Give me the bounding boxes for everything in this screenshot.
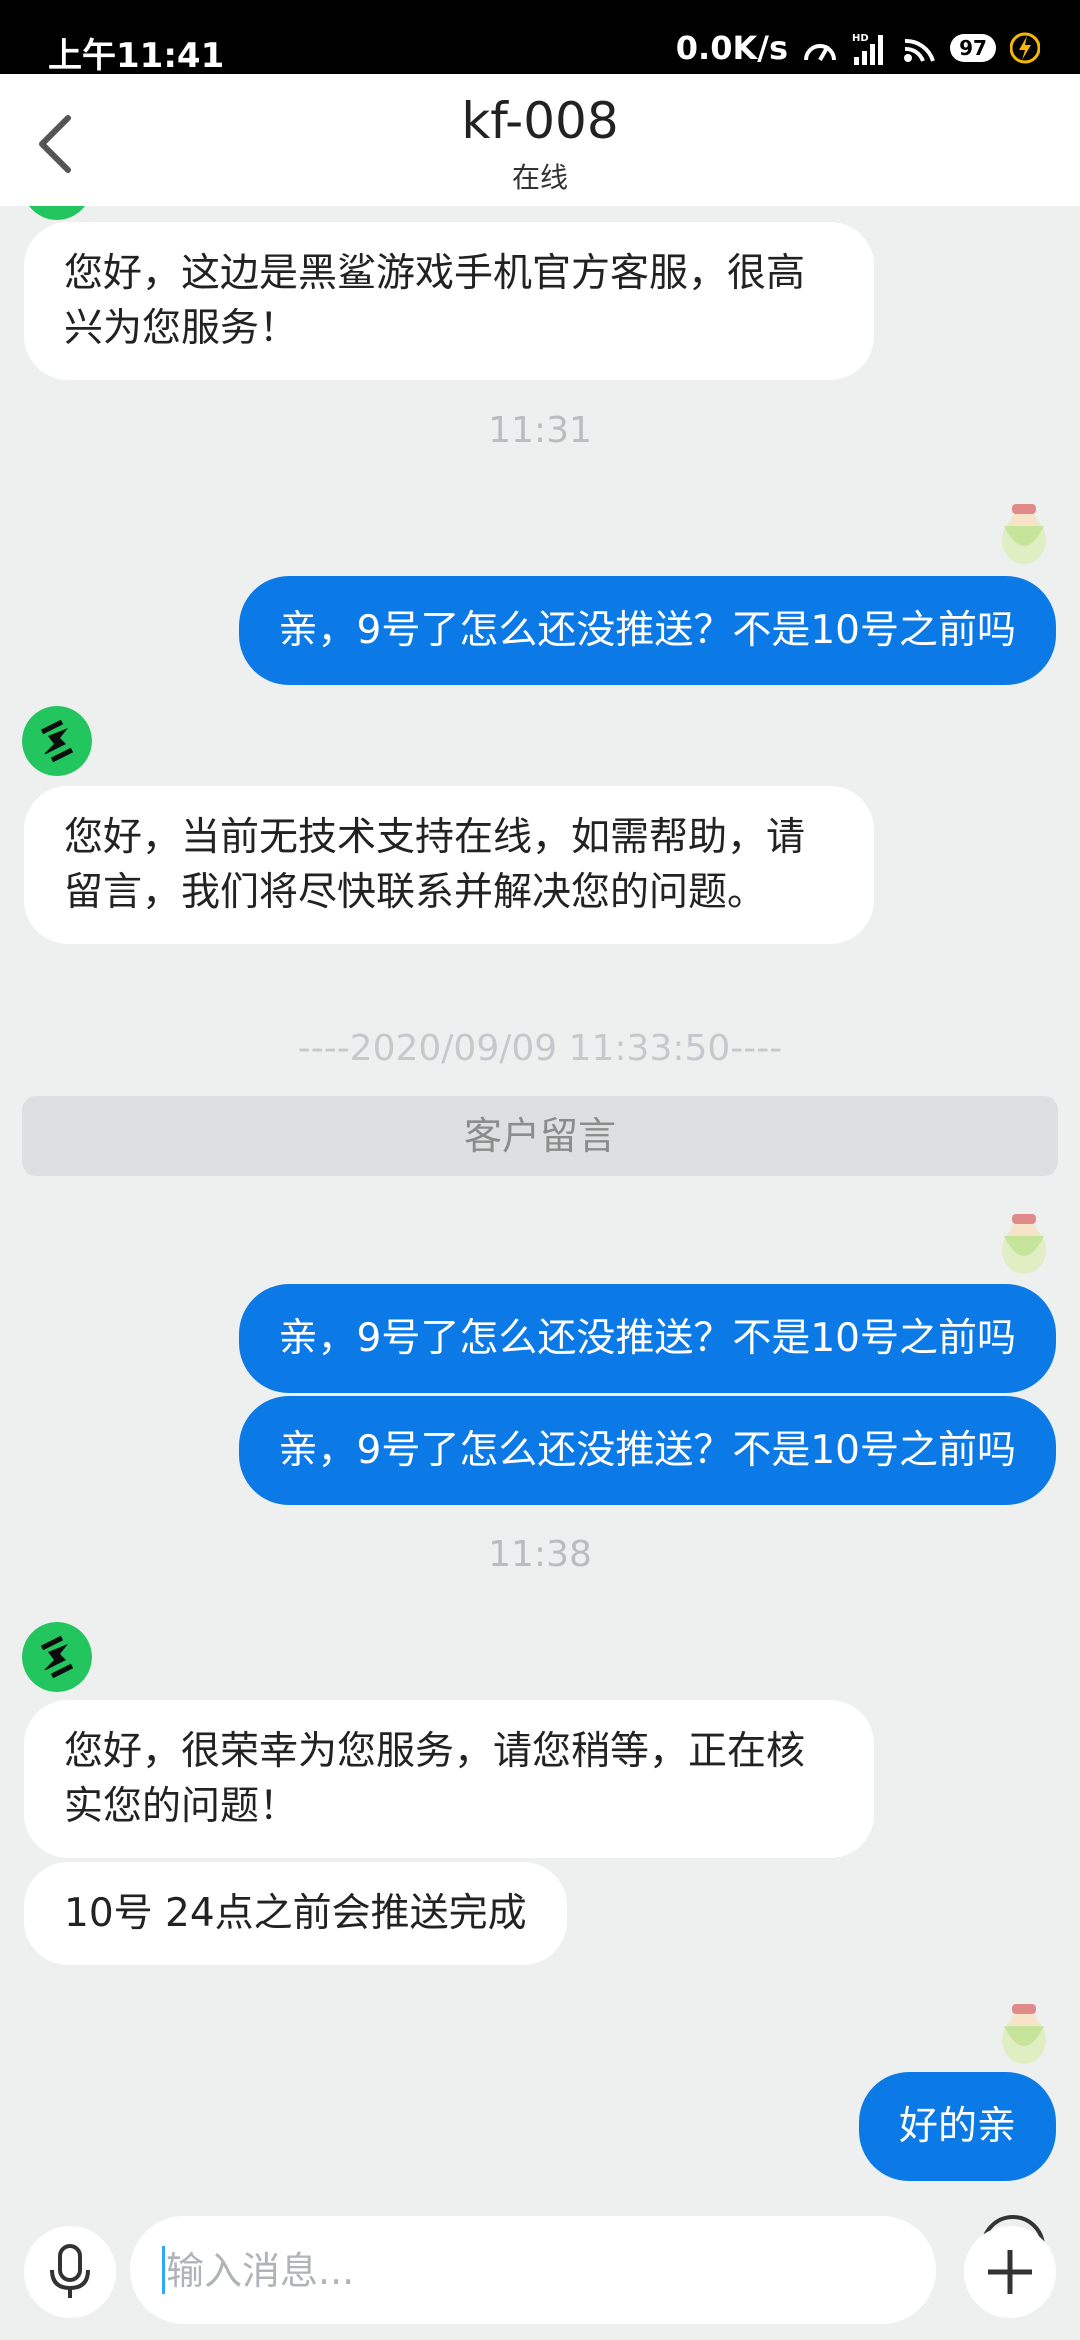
user-avatar [1002,504,1046,564]
chat-area[interactable]: 您好，这边是黑鲨游戏手机官方客服，很高兴为您服务！ 11:31 亲，9号了怎么还… [0,206,1080,2240]
network-speed: 0.0K/s [675,29,788,67]
mic-icon [50,2244,90,2298]
bot-avatar [22,1622,92,1692]
bot-avatar [29,206,85,220]
incoming-message: 10号 24点之前会推送完成 [24,1862,567,1965]
online-status: 在线 [511,161,568,194]
timestamp: ----2020/09/09 11:33:50---- [297,1028,783,1069]
timestamp: 11:31 [488,410,592,451]
incoming-message: 您好，这边是黑鲨游戏手机官方客服，很高兴为您服务！ [24,222,874,380]
message-input-box[interactable] [130,2215,1045,2324]
page-title: kf-008 [461,92,619,150]
battery-icon: 97 [950,34,996,62]
leave-message-button[interactable]: 客户留言 [22,1096,1058,1176]
incoming-message: 您好，当前无技术支持在线，如需帮助，请留言，我们将尽快联系并解决您的问题。 [24,786,874,944]
timestamp: 11:38 [488,1534,592,1575]
outgoing-message: 亲，9号了怎么还没推送？不是10号之前吗 [238,576,1056,685]
voice-button[interactable] [24,2226,116,2318]
outgoing-message: 亲，9号了怎么还没推送？不是10号之前吗 [238,1284,1056,1393]
outgoing-message: 好的亲 [858,2072,1056,2181]
incoming-message: 您好，很荣幸为您服务，请您稍等，正在核实您的问题！ [24,1700,874,1858]
more-button[interactable] [964,2226,1056,2318]
status-time: 上午11:41 [48,36,225,76]
svg-text:HD: HD [852,33,869,44]
status-bar: 上午11:41 0.0K/s HD 97 [0,0,1080,76]
user-avatar [1002,2004,1046,2064]
charging-icon [1010,32,1040,64]
hotspot-icon [804,44,836,61]
signal-icon: HD [852,33,883,65]
message-input[interactable] [164,2240,768,2302]
chat-header: kf-008 在线 [0,74,1080,206]
user-avatar [1002,1214,1046,1274]
outgoing-message: 亲，9号了怎么还没推送？不是10号之前吗 [238,1396,1056,1505]
input-bar [0,2215,1080,2340]
plus-icon [988,2250,1032,2294]
bot-avatar [22,706,92,776]
status-icons: 0.0K/s HD 97 [676,26,1040,70]
wifi-icon [904,38,935,62]
